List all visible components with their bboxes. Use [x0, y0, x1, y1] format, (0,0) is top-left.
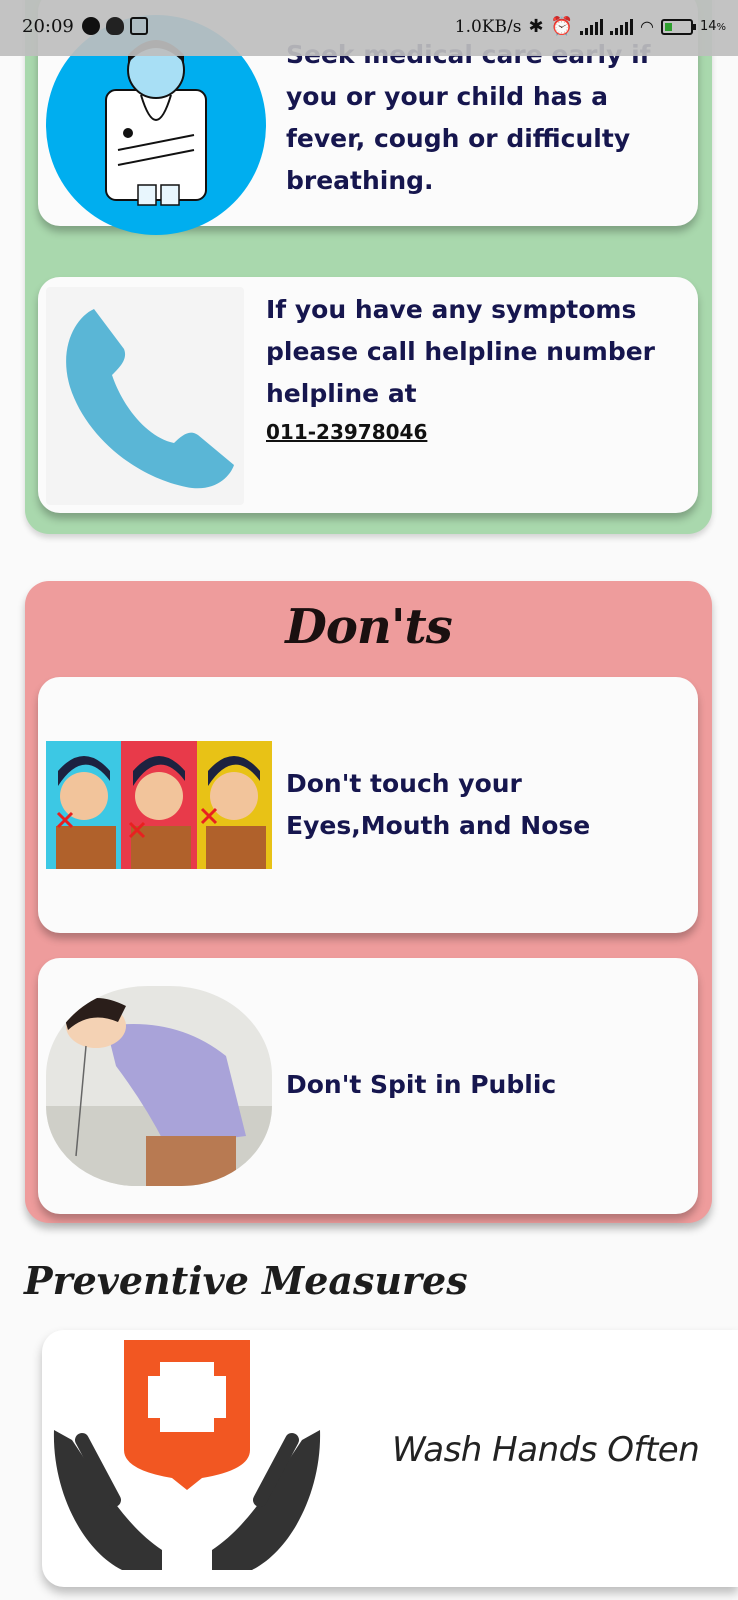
dos-panel: Seek medical care early if you or your c… [25, 0, 712, 534]
wifi-icon: ◠ [639, 17, 654, 36]
app-grid-icon [130, 17, 148, 35]
donts-title: Don'ts [285, 599, 452, 655]
status-time: 20:09 [22, 16, 74, 37]
donts-panel: Don'ts Don't touch your Eyes,Mouth and N… [25, 581, 712, 1223]
signal-icon-2 [609, 18, 633, 35]
dos-card-helpline: If you have any symptoms please call hel… [38, 277, 698, 513]
preventive-card-wash-hands-text: Wash Hands Often [392, 1430, 700, 1470]
snapchat-icon [106, 17, 124, 35]
donts-card-spit: Don't Spit in Public [38, 958, 698, 1214]
notification-circle-icon [82, 17, 100, 35]
battery-percent: 14% [699, 19, 726, 34]
donts-card-touch-face: Don't touch your Eyes,Mouth and Nose [38, 677, 698, 933]
network-speed: 1.0KB/s [454, 16, 522, 37]
preventive-card-wash-hands[interactable]: Wash Hands Often [42, 1330, 738, 1587]
bluetooth-icon: ✱ [528, 16, 544, 37]
alarm-icon: ⏰ [550, 16, 573, 37]
helpline-phone-link[interactable]: 011-23978046 [266, 417, 676, 447]
battery-icon [660, 18, 696, 35]
dos-card-helpline-text: If you have any symptoms please call hel… [266, 289, 676, 447]
donts-card-touch-face-text: Don't touch your Eyes,Mouth and Nose [286, 769, 591, 840]
hands-cross-icon [52, 1340, 322, 1580]
no-spit-icon [46, 986, 272, 1186]
preventive-measures-title: Preventive Measures [24, 1258, 468, 1303]
notification-icons [82, 17, 148, 35]
no-touch-face-icon [46, 741, 272, 869]
donts-card-spit-text: Don't Spit in Public [286, 1070, 557, 1099]
dos-card-medical-text: Seek medical care early if you or your c… [286, 40, 651, 195]
signal-icon-1 [579, 18, 603, 35]
helpline-message: If you have any symptoms please call hel… [266, 295, 656, 408]
status-bar: 20:09 1.0KB/s ✱ ⏰ ◠ 14% [0, 0, 738, 56]
phone-icon [46, 287, 244, 505]
status-right: 1.0KB/s ✱ ⏰ ◠ 14% [455, 16, 726, 37]
